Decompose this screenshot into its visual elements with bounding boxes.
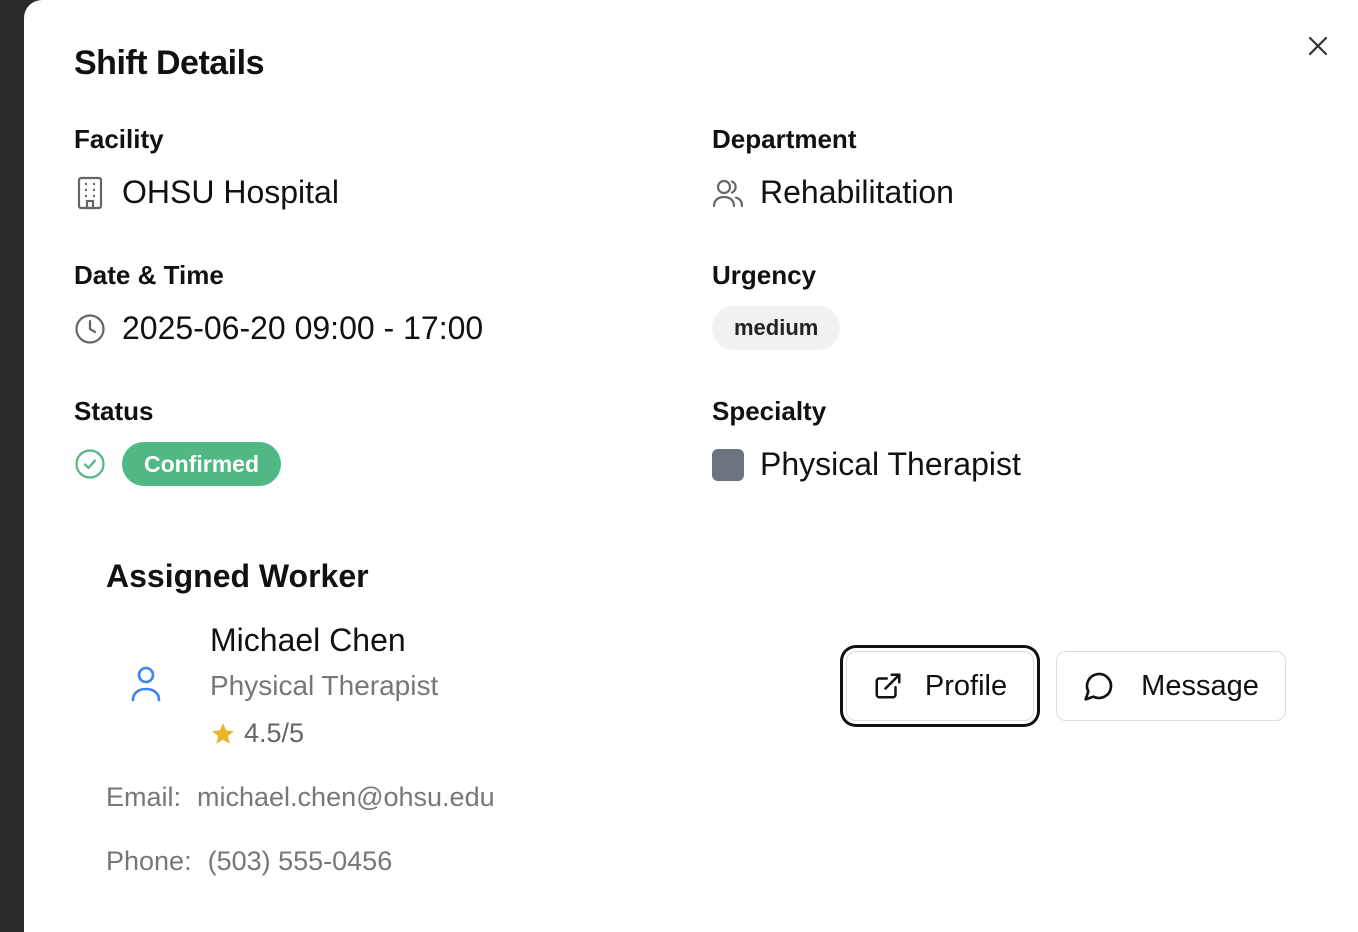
datetime-value: 2025-06-20 09:00 - 17:00 <box>122 310 484 346</box>
phone-label: Phone: <box>106 846 192 876</box>
status-value-row: Confirmed <box>74 442 281 486</box>
status-field: Status <box>74 396 153 427</box>
email-label: Email: <box>106 782 182 812</box>
clock-icon <box>75 313 105 344</box>
message-circle-icon <box>1084 672 1113 701</box>
external-link-icon <box>875 673 901 699</box>
datetime-label: Date & Time <box>74 260 224 290</box>
datetime-field: Date & Time <box>74 260 224 291</box>
profile-button-label: Profile <box>924 669 1008 702</box>
user-icon <box>131 666 161 702</box>
specialty-value-row: Physical Therapist <box>712 446 1021 483</box>
users-icon <box>712 179 744 207</box>
worker-rating: 4.5/5 <box>210 718 304 749</box>
modal-title: Shift Details <box>74 44 264 82</box>
department-label: Department <box>712 124 857 154</box>
status-badge: Confirmed <box>122 442 281 486</box>
shift-details-modal: Shift Details Facility OHSU Hospital Dep… <box>24 0 1358 932</box>
facility-field: Facility <box>74 124 164 155</box>
avatar <box>128 664 164 709</box>
worker-name: Michael Chen <box>210 622 406 658</box>
worker-role: Physical Therapist <box>210 670 439 701</box>
message-button[interactable]: Message <box>1056 651 1286 721</box>
department-value: Rehabilitation <box>760 174 954 210</box>
backdrop[interactable] <box>0 0 24 932</box>
close-button[interactable] <box>1302 30 1334 62</box>
star-icon <box>212 722 234 744</box>
specialty-field: Specialty <box>712 396 826 427</box>
profile-button[interactable]: Profile <box>846 651 1034 721</box>
specialty-color-swatch <box>712 448 744 481</box>
worker-email[interactable]: michael.chen@ohsu.edu <box>197 782 495 812</box>
urgency-label: Urgency <box>712 260 817 290</box>
message-button-label: Message <box>1141 669 1259 702</box>
urgency-badge: medium <box>712 306 841 350</box>
worker-rating-value: 4.5/5 <box>244 718 305 748</box>
urgency-field: Urgency <box>712 260 816 291</box>
worker-email-row: Email: michael.chen@ohsu.edu <box>106 782 495 813</box>
close-icon <box>1308 36 1328 56</box>
facility-value: OHSU Hospital <box>122 174 339 210</box>
datetime-value-row: 2025-06-20 09:00 - 17:00 <box>74 310 483 347</box>
worker-phone[interactable]: (503) 555-0456 <box>208 846 393 876</box>
building-icon <box>77 176 103 209</box>
status-label: Status <box>74 396 154 426</box>
facility-value-row: OHSU Hospital <box>74 174 339 211</box>
department-value-row: Rehabilitation <box>712 174 954 211</box>
assigned-worker-heading: Assigned Worker <box>106 558 369 594</box>
facility-label: Facility <box>74 124 164 154</box>
worker-phone-row: Phone: (503) 555-0456 <box>106 846 392 877</box>
check-circle-icon <box>75 449 105 479</box>
specialty-label: Specialty <box>712 396 827 426</box>
department-field: Department <box>712 124 856 155</box>
specialty-value: Physical Therapist <box>760 446 1021 482</box>
